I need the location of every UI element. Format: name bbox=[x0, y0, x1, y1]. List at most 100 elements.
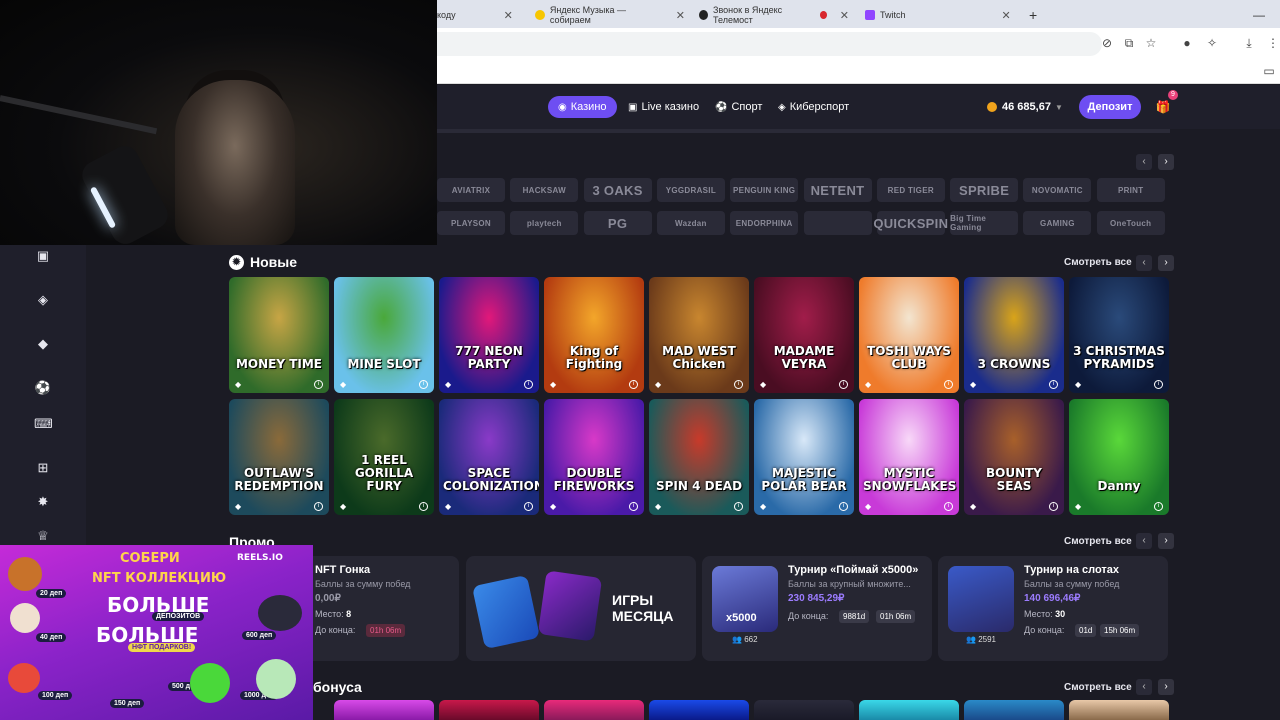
info-icon[interactable]: i bbox=[839, 380, 848, 389]
new-next-button[interactable]: › bbox=[1158, 255, 1174, 271]
info-icon[interactable]: i bbox=[944, 502, 953, 511]
close-icon[interactable]: ✕ bbox=[840, 9, 849, 22]
browser-tab[interactable]: Twitch ✕ bbox=[865, 4, 1015, 26]
info-icon[interactable]: i bbox=[944, 380, 953, 389]
game-tile[interactable]: SPIN 4 DEAD ◆ i bbox=[649, 399, 749, 515]
provider-logo[interactable]: YGGDRASIL bbox=[656, 178, 725, 202]
star-icon[interactable]: ✸ bbox=[34, 493, 52, 511]
game-tile[interactable]: MAD WEST Chicken ◆ i bbox=[649, 277, 749, 393]
gift-icon[interactable]: 🎁 bbox=[1153, 97, 1173, 117]
minimize-icon[interactable]: — bbox=[1253, 4, 1265, 26]
provider-logo[interactable]: PRINT bbox=[1096, 178, 1165, 202]
see-all-link[interactable]: Смотреть все bbox=[1064, 257, 1132, 268]
info-icon[interactable]: i bbox=[734, 502, 743, 511]
info-icon[interactable]: i bbox=[524, 502, 533, 511]
game-tile[interactable]: 3 CHRISTMAS PYRAMIDS ◆ i bbox=[1069, 277, 1169, 393]
info-icon[interactable]: i bbox=[734, 380, 743, 389]
close-icon[interactable]: ✕ bbox=[1002, 9, 1011, 22]
bonus-tile[interactable] bbox=[544, 700, 644, 720]
bonus-tile[interactable] bbox=[964, 700, 1064, 720]
provider-logo[interactable]: AVIATRIX bbox=[437, 178, 505, 202]
provider-logo[interactable]: SPRIBE bbox=[950, 178, 1019, 202]
cast-icon[interactable]: ⧉ bbox=[1122, 36, 1136, 50]
trophy-icon[interactable]: ♕ bbox=[34, 527, 52, 545]
promo-next-button[interactable]: › bbox=[1158, 533, 1174, 549]
bonus-tile[interactable] bbox=[859, 700, 959, 720]
provider-logo[interactable]: HACKSAW bbox=[510, 178, 579, 202]
provider-logo[interactable]: Wazdan bbox=[656, 211, 725, 235]
provider-logo[interactable]: Big Time Gaming bbox=[950, 211, 1019, 235]
esports-icon[interactable]: ◈ bbox=[34, 291, 52, 309]
url-field[interactable] bbox=[437, 32, 1102, 56]
provider-logo[interactable]: RED TIGER bbox=[876, 178, 945, 202]
providers-next-button[interactable]: › bbox=[1158, 154, 1174, 170]
game-tile[interactable]: 1 REEL GORILLA FURY ◆ i bbox=[334, 399, 434, 515]
bonus-tile[interactable] bbox=[1069, 700, 1169, 720]
extension-icon[interactable]: ● bbox=[1180, 36, 1194, 50]
promo-card-slots-tournament[interactable]: 👥 2591 Турнир на слотах Баллы за сумму п… bbox=[938, 556, 1168, 661]
nav-esports[interactable]: ◈ Киберспорт bbox=[768, 96, 859, 118]
download-icon[interactable]: ⤓ bbox=[1242, 36, 1256, 50]
provider-logo[interactable]: 3 OAKS bbox=[583, 178, 652, 202]
promo-card-games-of-month[interactable]: ИГРЫ МЕСЯЦА bbox=[466, 556, 696, 661]
game-tile[interactable]: MYSTIC SNOWFLAKES ◆ i bbox=[859, 399, 959, 515]
nav-casino[interactable]: ◉ Казино bbox=[548, 96, 617, 118]
game-tile[interactable]: BOUNTY SEAS ◆ i bbox=[964, 399, 1064, 515]
game-tile[interactable]: MINE SLOT ◆ i bbox=[334, 277, 434, 393]
browser-tab[interactable]: Яндекс Музыка — собираем ✕ bbox=[535, 4, 685, 26]
bonus-tile[interactable] bbox=[754, 700, 854, 720]
nav-sport[interactable]: ⚽ Спорт bbox=[705, 96, 772, 118]
game-tile[interactable]: DOUBLE FIREWORKS ◆ i bbox=[544, 399, 644, 515]
cards-icon[interactable]: ◆ bbox=[34, 335, 52, 353]
live-icon[interactable]: ▣ bbox=[34, 247, 52, 265]
game-tile[interactable]: Danny ◆ i bbox=[1069, 399, 1169, 515]
info-icon[interactable]: i bbox=[524, 380, 533, 389]
bonus-tile[interactable] bbox=[334, 700, 434, 720]
close-icon[interactable]: ✕ bbox=[676, 9, 685, 22]
browser-tab[interactable]: коду ✕ bbox=[437, 4, 527, 26]
provider-logo[interactable]: GAMING bbox=[1023, 211, 1092, 235]
provider-logo[interactable]: playtech bbox=[510, 211, 579, 235]
browser-tab[interactable]: Звонок в Яндекс Телемост ✕ bbox=[699, 4, 849, 26]
see-all-link[interactable]: Смотреть все bbox=[1064, 536, 1132, 547]
new-tab-button[interactable]: + bbox=[1029, 4, 1037, 26]
info-icon[interactable]: i bbox=[314, 502, 323, 511]
promo-card-catch-x5000[interactable]: x5000 👥 662 Турнир «Поймай x5000» Баллы … bbox=[702, 556, 932, 661]
deposit-button[interactable]: Депозит bbox=[1079, 95, 1141, 119]
provider-logo[interactable] bbox=[803, 211, 872, 235]
provider-logo[interactable]: NETENT bbox=[803, 178, 872, 202]
providers-prev-button[interactable]: ‹ bbox=[1136, 154, 1152, 170]
info-icon[interactable]: i bbox=[1049, 380, 1058, 389]
game-tile[interactable]: 777 NEON PARTY ◆ i bbox=[439, 277, 539, 393]
info-icon[interactable]: i bbox=[1154, 380, 1163, 389]
provider-logo[interactable]: PLAYSON bbox=[437, 211, 505, 235]
provider-logo[interactable]: ENDORPHINA bbox=[730, 211, 799, 235]
provider-logo[interactable]: QUICKSPIN bbox=[873, 211, 948, 235]
bonus-tile[interactable] bbox=[439, 700, 539, 720]
bonus-tile[interactable] bbox=[649, 700, 749, 720]
see-all-link[interactable]: Смотреть все bbox=[1064, 682, 1132, 693]
info-icon[interactable]: i bbox=[629, 380, 638, 389]
info-icon[interactable]: i bbox=[314, 380, 323, 389]
puzzle-icon[interactable]: ✧ bbox=[1205, 36, 1219, 50]
provider-logo[interactable]: PG bbox=[583, 211, 652, 235]
new-prev-button[interactable]: ‹ bbox=[1136, 255, 1152, 271]
balance[interactable]: 46 685,67 ▼ bbox=[987, 96, 1063, 118]
game-tile[interactable]: TOSHI WAYS CLUB ◆ i bbox=[859, 277, 959, 393]
promo-prev-button[interactable]: ‹ bbox=[1136, 533, 1152, 549]
info-icon[interactable]: i bbox=[419, 380, 428, 389]
game-tile[interactable]: 3 CROWNS ◆ i bbox=[964, 277, 1064, 393]
game-tile[interactable]: OUTLAW'S REDEMPTION ◆ i bbox=[229, 399, 329, 515]
bonus-prev-button[interactable]: ‹ bbox=[1136, 679, 1152, 695]
bonus-next-button[interactable]: › bbox=[1158, 679, 1174, 695]
game-tile[interactable]: SPACE COLONIZATION ◆ i bbox=[439, 399, 539, 515]
provider-logo[interactable]: PENGUIN KING bbox=[730, 178, 799, 202]
menu-icon[interactable]: ⋮ bbox=[1266, 36, 1280, 50]
info-icon[interactable]: i bbox=[629, 502, 638, 511]
game-tile[interactable]: MONEY TIME ◆ i bbox=[229, 277, 329, 393]
nav-live-casino[interactable]: ▣ Live казино bbox=[618, 96, 709, 118]
provider-logo[interactable]: OneTouch bbox=[1096, 211, 1165, 235]
ball-icon[interactable]: ⚽ bbox=[34, 379, 52, 397]
info-icon[interactable]: i bbox=[1049, 502, 1058, 511]
mute-icon[interactable]: ⊘ bbox=[1100, 36, 1114, 50]
